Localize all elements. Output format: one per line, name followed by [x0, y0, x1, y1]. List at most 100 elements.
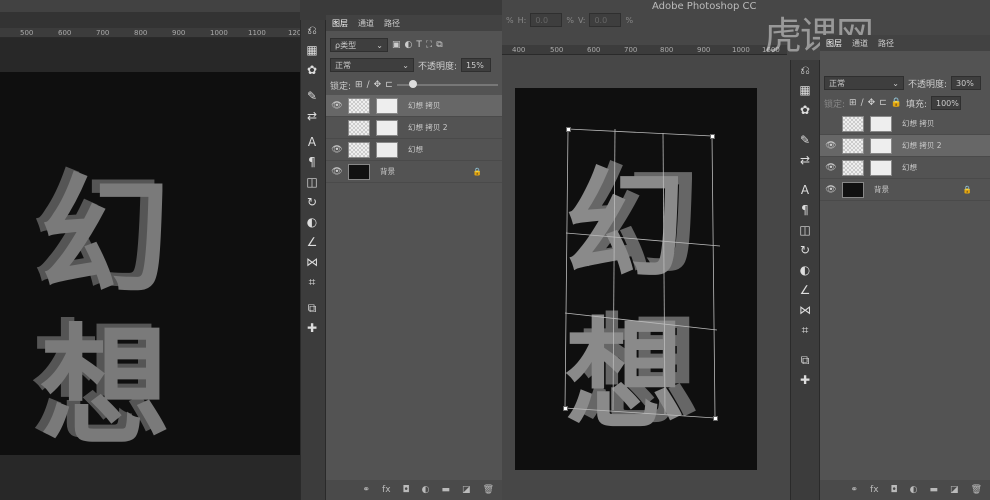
lock-brush-icon[interactable]: ∕ — [367, 80, 370, 90]
adjust-filter-icon[interactable]: ◐ — [405, 40, 413, 50]
fx-icon[interactable]: fx — [870, 485, 879, 495]
link-icon[interactable]: ⚭ — [851, 485, 859, 495]
link-icon[interactable]: ⚭ — [363, 485, 371, 495]
lock-pixels-icon[interactable]: ⊞ — [849, 98, 857, 108]
mask-icon[interactable]: ◘ — [891, 485, 898, 495]
tab-layers[interactable]: 图层 — [332, 18, 348, 28]
transform-handle[interactable] — [566, 127, 571, 132]
paragraph-icon[interactable]: ¶ — [301, 152, 323, 172]
v-input[interactable]: 0.0 — [589, 13, 622, 27]
layer-mask — [870, 115, 892, 132]
lock-artboard-icon[interactable]: ⊏ — [879, 98, 887, 108]
lock-pixels-icon[interactable]: ⊞ — [355, 80, 363, 90]
eye-icon[interactable]: 👁 — [820, 185, 842, 195]
layer-row[interactable]: 👁 幻想 拷贝 — [326, 95, 502, 117]
lock-position-icon[interactable]: ✥ — [868, 98, 876, 108]
styles-icon[interactable]: ◫ — [794, 220, 816, 240]
bowtie-icon[interactable]: ⋈ — [794, 300, 816, 320]
opacity-input[interactable]: 15% — [461, 58, 492, 72]
bowtie-icon[interactable]: ⋈ — [301, 252, 323, 272]
filter-select[interactable]: ρ类型 ⌄ — [330, 38, 388, 52]
new-layer-icon[interactable]: ◪ — [950, 485, 959, 495]
document-canvas[interactable]: 幻 想 — [0, 72, 300, 463]
layer-row[interactable]: 幻想 拷贝 2 — [326, 117, 502, 139]
eye-icon[interactable]: 👁 — [326, 167, 348, 177]
opacity-input[interactable]: 30% — [951, 76, 982, 90]
palette-icon[interactable]: ✿ — [794, 100, 816, 120]
crop-icon[interactable]: ⌗ — [794, 320, 816, 340]
rotate-icon[interactable]: ↻ — [794, 240, 816, 260]
layer-row[interactable]: 幻想 拷贝 — [820, 113, 990, 135]
adjust-icon[interactable]: ⇄ — [794, 150, 816, 170]
layer-thumbnail — [348, 119, 370, 136]
brushes-icon[interactable]: ✎ — [794, 130, 816, 150]
palette-icon[interactable]: ✿ — [301, 60, 323, 80]
puzzle-icon[interactable]: ✚ — [794, 370, 816, 390]
tab-layers[interactable]: 图层 — [826, 38, 842, 48]
measure-icon[interactable]: ∠ — [794, 280, 816, 300]
eye-icon[interactable]: 👁 — [326, 101, 348, 111]
trash-icon[interactable]: 🗑 — [483, 485, 494, 495]
tab-channels[interactable]: 通道 — [852, 38, 868, 48]
right-screen: Adobe Photoshop CC % H: 0.0 % V: 0.0 % 4… — [502, 0, 990, 500]
tab-channels[interactable]: 通道 — [358, 18, 374, 28]
warp-grid[interactable] — [515, 88, 757, 470]
lock-artboard-icon[interactable]: ⊏ — [385, 80, 393, 90]
grid-icon[interactable]: ▦ — [794, 80, 816, 100]
adjustment-icon[interactable]: ◐ — [422, 485, 430, 495]
blend-mode-select[interactable]: 正常 ⌄ — [824, 76, 904, 90]
history-icon[interactable]: ⎌ — [794, 60, 816, 80]
rotate-icon[interactable]: ↻ — [301, 192, 323, 212]
clone-icon[interactable]: ⧉ — [794, 350, 816, 370]
eye-icon[interactable]: 👁 — [326, 145, 348, 155]
tab-paths[interactable]: 路径 — [384, 18, 400, 28]
image-filter-icon[interactable]: ▣ — [392, 40, 401, 50]
puzzle-icon[interactable]: ✚ — [301, 318, 323, 338]
layer-row[interactable]: 👁 幻想 — [820, 157, 990, 179]
layer-row[interactable]: 👁 背景 🔒 — [326, 161, 502, 183]
adjustment-icon[interactable]: ◐ — [910, 485, 918, 495]
paragraph-icon[interactable]: ¶ — [794, 200, 816, 220]
ruler-label: 900 — [697, 46, 711, 54]
character-icon[interactable]: A — [794, 180, 816, 200]
trash-icon[interactable]: 🗑 — [971, 485, 982, 495]
smart-filter-icon[interactable]: ⧉ — [436, 40, 442, 50]
styles-icon[interactable]: ◫ — [301, 172, 323, 192]
crop-icon[interactable]: ⌗ — [301, 272, 323, 292]
type-filter-icon[interactable]: T — [416, 40, 422, 50]
clone-icon[interactable]: ⧉ — [301, 298, 323, 318]
lock-position-icon[interactable]: ✥ — [374, 80, 382, 90]
circle-icon[interactable]: ◐ — [794, 260, 816, 280]
lock-all-icon[interactable]: 🔒 — [891, 98, 902, 108]
adjust-icon[interactable]: ⇄ — [301, 106, 323, 126]
layer-row[interactable]: 👁 背景 🔒 — [820, 179, 990, 201]
slider-thumb[interactable] — [408, 80, 417, 88]
layer-row[interactable]: 👁 幻想 拷贝 2 — [820, 135, 990, 157]
layer-row[interactable]: 👁 幻想 — [326, 139, 502, 161]
mask-icon[interactable]: ◘ — [403, 485, 410, 495]
folder-icon[interactable]: ▬ — [442, 485, 451, 495]
history-icon[interactable]: ⎌ — [301, 20, 323, 40]
document-canvas[interactable]: 幻 想 — [515, 88, 757, 470]
measure-icon[interactable]: ∠ — [301, 232, 323, 252]
transform-handle[interactable] — [710, 134, 715, 139]
h-input[interactable]: 0.0 — [530, 13, 563, 27]
character-icon[interactable]: A — [301, 132, 323, 152]
transform-handle[interactable] — [713, 416, 718, 421]
fx-icon[interactable]: fx — [382, 485, 391, 495]
blend-mode-select[interactable]: 正常 ⌄ — [330, 58, 414, 72]
lock-brush-icon[interactable]: ∕ — [861, 98, 864, 108]
brushes-icon[interactable]: ✎ — [301, 86, 323, 106]
fill-input[interactable]: 100% — [931, 96, 961, 110]
eye-icon[interactable]: 👁 — [820, 141, 842, 151]
transform-handle[interactable] — [563, 406, 568, 411]
circle-icon[interactable]: ◐ — [301, 212, 323, 232]
folder-icon[interactable]: ▬ — [930, 485, 939, 495]
shape-filter-icon[interactable]: ⛶ — [426, 40, 432, 50]
eye-icon[interactable]: 👁 — [820, 163, 842, 173]
tab-paths[interactable]: 路径 — [878, 38, 894, 48]
layer-mask — [870, 159, 892, 176]
opacity-slider[interactable] — [396, 80, 498, 88]
grid-icon[interactable]: ▦ — [301, 40, 323, 60]
new-layer-icon[interactable]: ◪ — [462, 485, 471, 495]
